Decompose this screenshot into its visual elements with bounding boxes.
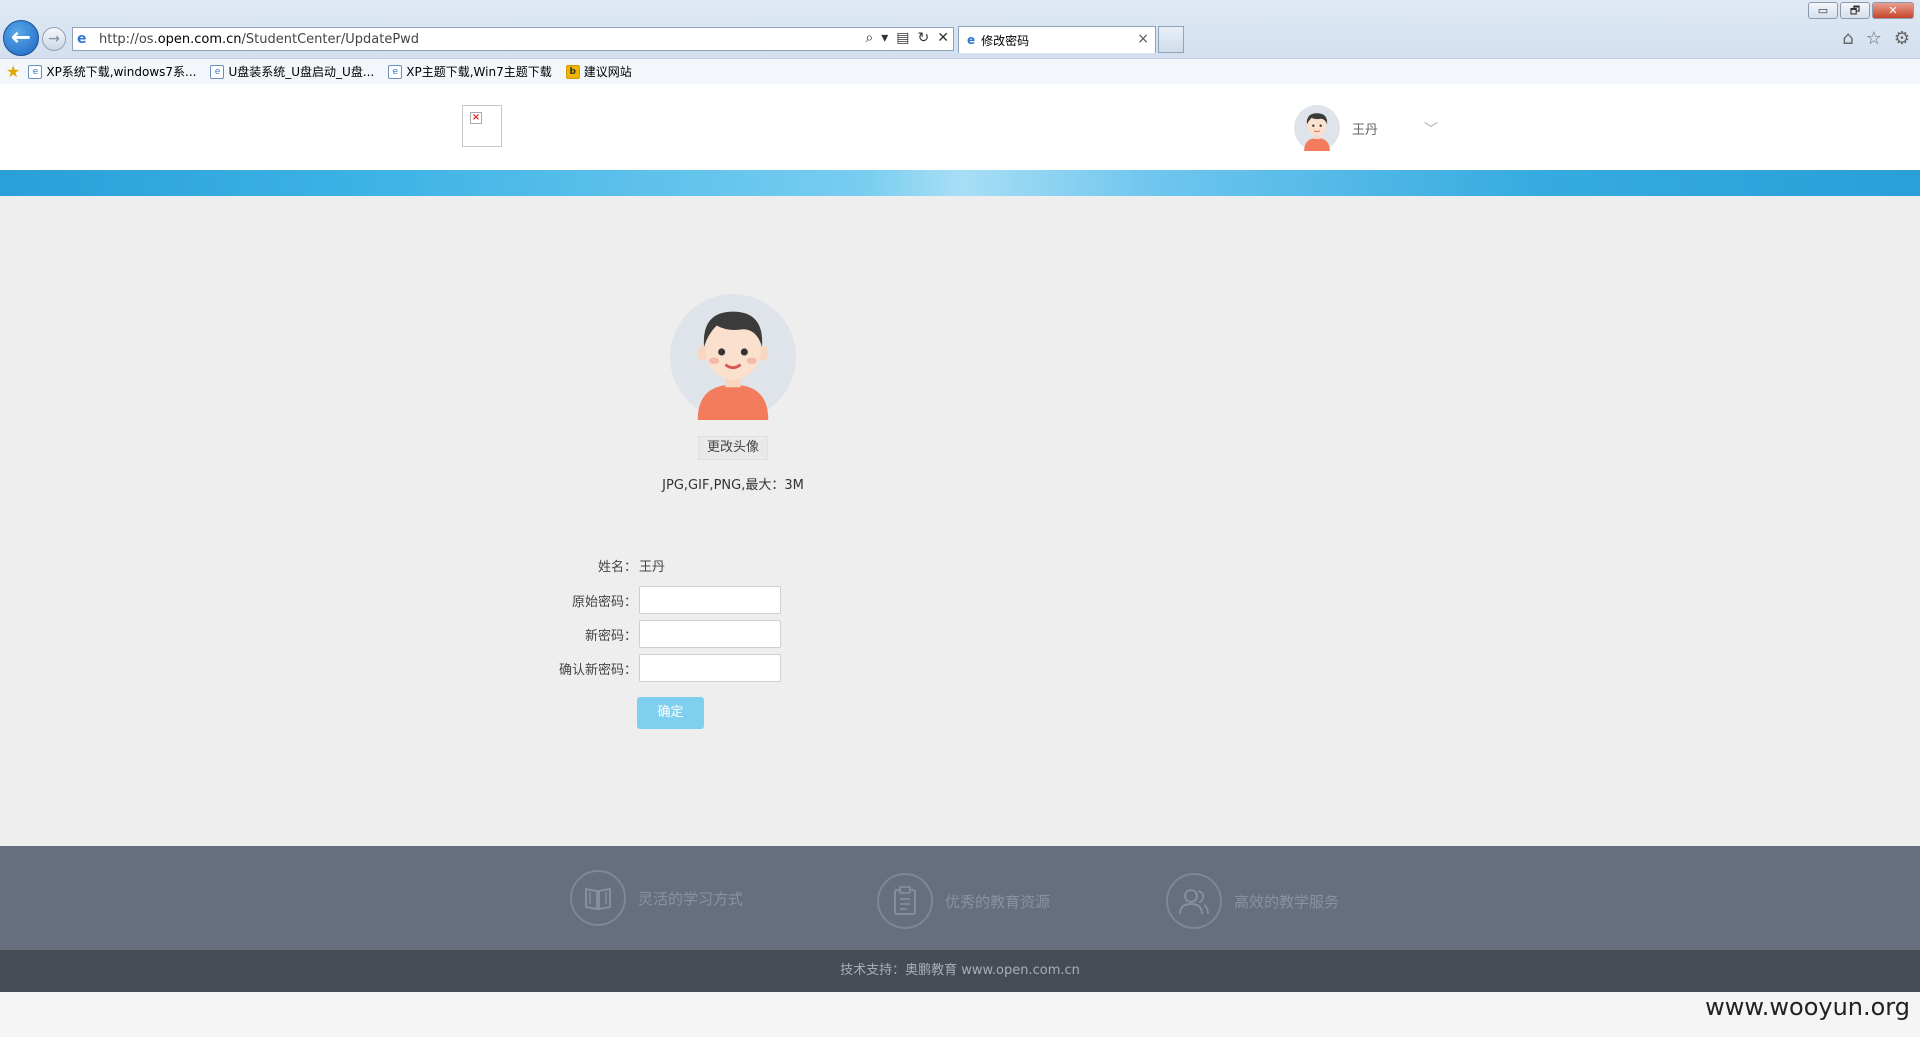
tab-current[interactable]: e 修改密码 × bbox=[958, 26, 1156, 53]
footer-copyright: 技术支持：奥鹏教育 www.open.com.cn bbox=[0, 950, 1920, 992]
feature-label: 优秀的教育资源 bbox=[945, 892, 1051, 911]
restore-button[interactable]: 🗗 bbox=[1840, 2, 1870, 19]
favorite-link[interactable]: b 建议网站 bbox=[565, 63, 632, 80]
new-tab-button[interactable] bbox=[1158, 26, 1184, 53]
user-name: 王丹 bbox=[1352, 122, 1379, 138]
stop-icon[interactable]: ✕ bbox=[937, 30, 949, 46]
broken-image-icon: × bbox=[470, 112, 482, 124]
new-password-row: 新密码： bbox=[520, 620, 781, 648]
old-password-field[interactable] bbox=[639, 586, 781, 614]
name-row: 姓名： 王丹 bbox=[520, 556, 665, 575]
home-icon[interactable]: ⌂ bbox=[1842, 28, 1853, 49]
feature-item: 灵活的学习方式 bbox=[570, 870, 743, 926]
address-bar[interactable]: e http://os. open.com.cn/StudentCenter/Up… bbox=[72, 27, 954, 51]
ie-page-icon: e bbox=[388, 64, 403, 79]
confirm-password-field[interactable] bbox=[639, 654, 781, 682]
arrow-left-icon: ← bbox=[10, 23, 32, 51]
url-prefix: http://os. bbox=[99, 31, 158, 47]
watermark-text: www.wooyun.org bbox=[1705, 993, 1910, 1021]
close-tab-icon[interactable]: × bbox=[1137, 31, 1149, 47]
page-bottom-area bbox=[0, 992, 1920, 1037]
feature-item: 优秀的教育资源 bbox=[877, 873, 1050, 929]
site-header: × 王丹 ﹀ bbox=[0, 85, 1920, 170]
profile-avatar bbox=[670, 294, 796, 420]
refresh-icon[interactable]: ↻ bbox=[918, 30, 930, 46]
header-banner-band bbox=[0, 170, 1920, 196]
name-value: 王丹 bbox=[639, 560, 666, 575]
chevron-down-icon[interactable]: ﹀ bbox=[1424, 119, 1438, 139]
tab-title: 修改密码 bbox=[981, 33, 1030, 48]
close-window-button[interactable]: ✕ bbox=[1872, 2, 1914, 19]
bing-icon: b bbox=[565, 64, 580, 79]
main-content: 更改头像 JPG,GIF,PNG,最大：3M 姓名： 王丹 原始密码： 新密码：… bbox=[0, 196, 1920, 846]
feature-label: 高效的教学服务 bbox=[1234, 892, 1340, 911]
window-controls: ▭ 🗗 ✕ bbox=[1808, 2, 1914, 19]
gear-icon[interactable]: ⚙ bbox=[1894, 28, 1910, 49]
feature-label: 灵活的学习方式 bbox=[638, 889, 744, 908]
new-password-field[interactable] bbox=[639, 620, 781, 648]
favorite-link[interactable]: e XP系统下载,windows7系... bbox=[28, 63, 196, 80]
compat-view-icon[interactable]: ▤ bbox=[896, 30, 909, 46]
clipboard-icon bbox=[877, 873, 933, 929]
user-menu[interactable]: 王丹 ﹀ bbox=[1294, 105, 1438, 151]
forward-button[interactable]: → bbox=[42, 27, 66, 51]
search-icon[interactable]: ⌕ bbox=[865, 30, 873, 46]
footer-features: 灵活的学习方式 优秀的教育资源 高效的教学服务 bbox=[0, 846, 1920, 950]
favorites-bar: ★ e XP系统下载,windows7系... e U盘装系统_U盘启动_U盘...… bbox=[0, 58, 1920, 84]
name-label: 姓名： bbox=[597, 560, 637, 575]
feature-item: 高效的教学服务 bbox=[1166, 873, 1339, 929]
url-host: open.com.cn bbox=[157, 31, 242, 47]
old-password-row: 原始密码： bbox=[520, 586, 781, 614]
confirm-password-row: 确认新密码： bbox=[520, 654, 781, 682]
ie-page-icon: e bbox=[28, 64, 43, 79]
browser-chrome: ▭ 🗗 ✕ ← → e http://os. open.com.cn/Studen… bbox=[0, 0, 1920, 84]
back-button[interactable]: ← bbox=[3, 20, 39, 56]
ie-page-icon: e bbox=[210, 64, 225, 79]
new-password-label: 新密码： bbox=[584, 628, 637, 644]
favorite-label: XP系统下载,windows7系... bbox=[46, 65, 197, 79]
ie-page-icon: e bbox=[77, 31, 87, 47]
ie-tab-icon: e bbox=[967, 33, 976, 47]
avatar-format-hint: JPG,GIF,PNG,最大：3M bbox=[662, 478, 804, 493]
submit-button[interactable]: 确定 bbox=[637, 697, 704, 729]
arrow-right-icon: → bbox=[48, 31, 60, 47]
users-icon bbox=[1166, 873, 1222, 929]
old-password-label: 原始密码： bbox=[571, 594, 637, 610]
favorites-star-icon[interactable]: ☆ bbox=[1866, 28, 1882, 49]
favorite-link[interactable]: e XP主题下载,Win7主题下载 bbox=[388, 63, 552, 80]
favorites-add-icon[interactable]: ★ bbox=[6, 62, 20, 81]
book-icon bbox=[570, 870, 626, 926]
favorite-label: XP主题下载,Win7主题下载 bbox=[406, 65, 552, 79]
favorite-link[interactable]: e U盘装系统_U盘启动_U盘... bbox=[210, 63, 374, 80]
favorite-label: 建议网站 bbox=[583, 65, 632, 79]
avatar bbox=[1294, 105, 1340, 151]
url-path: /StudentCenter/UpdatePwd bbox=[241, 31, 420, 47]
site-logo-broken-image[interactable]: × bbox=[462, 105, 502, 147]
confirm-password-label: 确认新密码： bbox=[558, 662, 637, 678]
favorite-label: U盘装系统_U盘启动_U盘... bbox=[228, 65, 375, 79]
browser-toolbar-right: ⌂ ☆ ⚙ bbox=[1842, 28, 1910, 49]
address-tools: ⌕ ▾ ▤ ↻ ✕ bbox=[865, 30, 949, 46]
dropdown-icon[interactable]: ▾ bbox=[881, 30, 888, 46]
change-avatar-button[interactable]: 更改头像 bbox=[698, 436, 768, 460]
minimize-button[interactable]: ▭ bbox=[1808, 2, 1838, 19]
